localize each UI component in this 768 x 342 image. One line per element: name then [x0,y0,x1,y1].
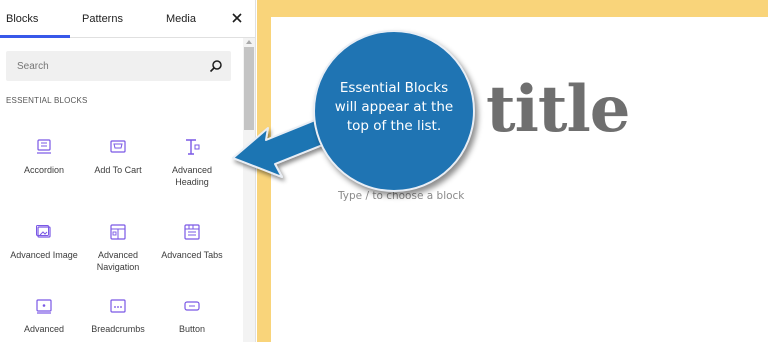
block-advanced-tabs[interactable]: Advanced Tabs [154,223,230,261]
block-label: Button [178,324,206,334]
image-icon [36,225,51,238]
search-icon[interactable] [209,59,223,73]
block-advanced-image[interactable]: Advanced Image [6,223,82,261]
block-appender-placeholder[interactable]: Type / to choose a block [338,190,464,202]
callout-line: will appear at the [334,99,454,115]
block-label: Advanced Heading [171,165,213,187]
block-breadcrumbs[interactable]: Breadcrumbs [80,297,156,335]
button-icon [184,301,200,311]
block-advanced-video[interactable]: Advanced [6,297,82,335]
block-label: Advanced Tabs [161,250,223,260]
inserter-tabs: Blocks Patterns Media [0,0,255,38]
callout-text: Essential Blocks will appear at the top … [313,79,475,136]
block-label: Advanced Image [10,250,78,260]
tab-blocks[interactable]: Blocks [6,0,38,38]
tab-patterns[interactable]: Patterns [82,0,123,38]
callout-line: Essential Blocks [339,80,449,96]
search-input[interactable] [6,51,202,81]
post-title[interactable]: title [486,72,630,147]
block-label: Breadcrumbs [91,324,145,334]
callout-line: top of the list. [346,118,442,134]
search-box [6,51,231,81]
block-label: Advanced [23,324,65,334]
block-accordion[interactable]: Accordion [6,138,82,176]
block-advanced-heading[interactable]: Advanced Heading [154,138,230,188]
cart-icon [110,140,126,153]
accordion-icon [37,139,51,154]
block-button[interactable]: Button [154,297,230,335]
breadcrumbs-icon [110,299,126,313]
block-add-to-cart[interactable]: Add To Cart [80,138,156,176]
block-label: Add To Cart [94,165,142,175]
navigation-icon [110,224,126,240]
scrollbar-thumb[interactable] [244,47,254,130]
section-title-essential-blocks: ESSENTIAL BLOCKS [6,96,88,105]
video-icon [36,299,52,314]
tabs-icon [184,224,200,240]
active-tab-indicator [0,35,70,38]
heading-icon [186,139,200,155]
block-advanced-navigation[interactable]: Advanced Navigation [80,223,156,273]
close-icon[interactable] [230,11,244,25]
block-label: Advanced Navigation [96,250,140,272]
block-inserter-panel: Blocks Patterns Media ESSENTIAL BLOCKS A… [0,0,256,342]
scroll-up-arrow-icon[interactable] [246,40,252,44]
block-label: Accordion [23,165,65,175]
tab-media[interactable]: Media [166,0,196,38]
